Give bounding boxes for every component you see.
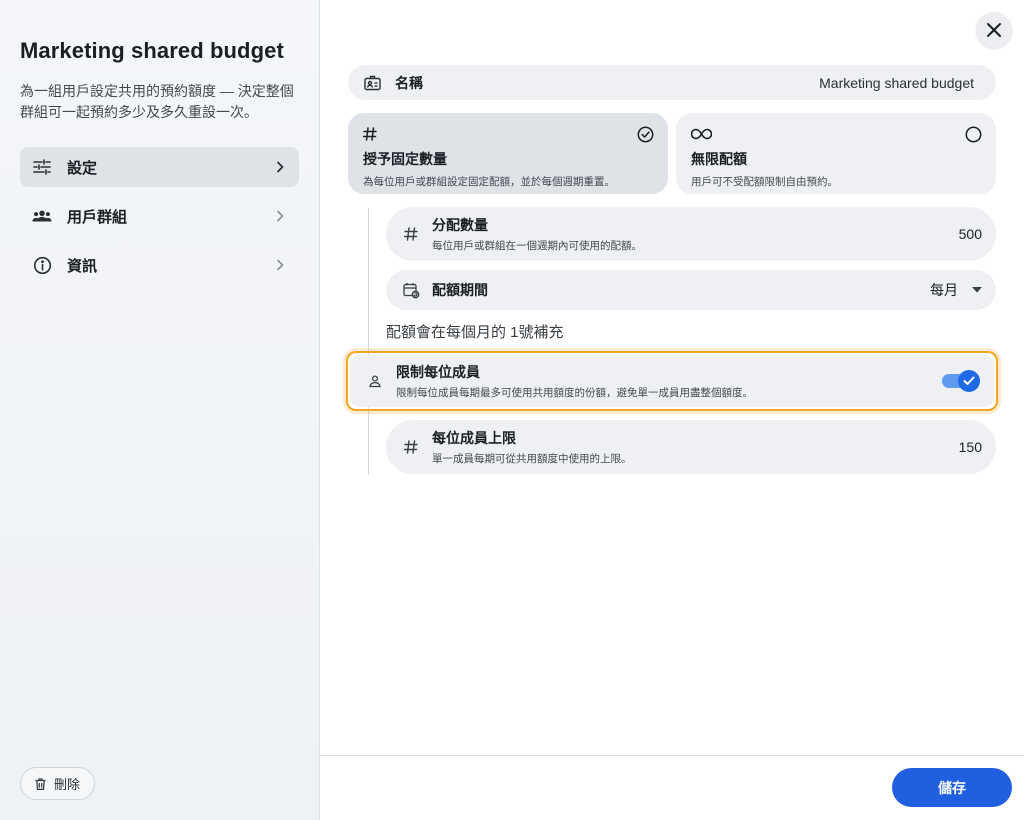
allocation-label: 分配數量 <box>432 217 488 233</box>
chevron-right-icon <box>273 209 287 223</box>
calendar-refresh-icon <box>402 282 420 299</box>
users-icon <box>32 206 52 226</box>
info-icon <box>32 255 52 275</box>
sidebar: Marketing shared budget 為一組用戶設定共用的預約額度 —… <box>0 0 320 820</box>
sidebar-item-info[interactable]: 資訊 <box>20 245 299 285</box>
sliders-icon <box>32 157 52 177</box>
option-title: 授予固定數量 <box>363 151 447 167</box>
allocation-field[interactable]: 分配數量 每位用戶或群組在一個週期內可使用的配額。 500 <box>386 207 996 261</box>
page-description: 為一組用戶設定共用的預約額度 — 決定整個群組可一起預約多少及多久重設一次。 <box>20 83 294 120</box>
refill-note: 配額會在每個月的 1號補充 <box>386 324 564 341</box>
sidebar-item-label: 用戶群組 <box>67 208 128 226</box>
sidebar-nav: 設定 用戶群組 資訊 <box>20 147 299 294</box>
period-value: 每月 <box>930 282 958 298</box>
name-value: Marketing shared budget <box>819 74 974 91</box>
period-select[interactable]: 配額期間 每月 <box>386 270 996 310</box>
save-button[interactable]: 儲存 <box>892 768 1012 807</box>
footer-divider <box>320 755 1024 756</box>
check-icon <box>958 370 980 392</box>
delete-button[interactable]: 刪除 <box>20 767 96 800</box>
member-cap-subtitle: 單一成員每期可從共用額度中使用的上限。 <box>432 453 632 465</box>
limit-member-row[interactable]: 限制每位成員 限制每位成員每期最多可使用共用額度的份額，避免單一成員用盡整個額度… <box>350 355 994 407</box>
close-button[interactable] <box>976 12 1012 48</box>
limit-member-toggle[interactable] <box>942 370 980 392</box>
option-fixed-amount[interactable]: 授予固定數量 為每位用戶或群組設定固定配額，並於每個週期重置。 <box>348 113 668 194</box>
member-cap-label: 每位成員上限 <box>432 430 516 446</box>
option-unlimited[interactable]: 無限配額 用戶可不受配額限制自由預約。 <box>676 113 996 194</box>
period-label: 配額期間 <box>432 282 488 298</box>
sidebar-item-label: 資訊 <box>67 257 98 275</box>
chevron-right-icon <box>273 160 287 174</box>
infinity-icon <box>691 128 712 140</box>
name-label: 名稱 <box>395 74 423 91</box>
id-card-icon <box>364 75 381 91</box>
sidebar-item-user-groups[interactable]: 用戶群組 <box>20 196 299 236</box>
option-subtitle: 為每位用戶或群組設定固定配額，並於每個週期重置。 <box>363 176 615 188</box>
radio-empty-icon <box>965 126 982 143</box>
close-icon <box>986 22 1002 38</box>
option-subtitle: 用戶可不受配額限制自由預約。 <box>691 176 838 188</box>
member-cap-field[interactable]: 每位成員上限 單一成員每期可從共用額度中使用的上限。 150 <box>386 420 996 474</box>
person-icon <box>366 374 384 388</box>
member-cap-value: 150 <box>958 439 982 455</box>
trash-icon <box>35 777 46 790</box>
limit-member-label: 限制每位成員 <box>396 364 480 380</box>
option-title: 無限配額 <box>691 151 747 167</box>
chevron-right-icon <box>273 258 287 272</box>
sidebar-item-settings[interactable]: 設定 <box>20 147 299 187</box>
caret-down-icon <box>972 287 982 293</box>
delete-label: 刪除 <box>54 777 81 792</box>
allocation-subtitle: 每位用戶或群組在一個週期內可使用的配額。 <box>432 240 642 252</box>
name-field[interactable]: 名稱 Marketing shared budget <box>348 65 996 100</box>
check-circle-icon <box>637 126 654 143</box>
hash-icon <box>402 440 420 454</box>
hash-icon <box>402 227 420 241</box>
page-title: Marketing shared budget <box>20 38 284 63</box>
sidebar-item-label: 設定 <box>67 159 98 177</box>
allocation-value: 500 <box>958 226 982 242</box>
hash-icon <box>363 127 377 141</box>
indent-guide <box>368 208 369 475</box>
limit-member-subtitle: 限制每位成員每期最多可使用共用額度的份額，避免單一成員用盡整個額度。 <box>396 387 753 399</box>
main-panel: 名稱 Marketing shared budget 授予固定數量 為每位用戶或… <box>320 0 1024 820</box>
